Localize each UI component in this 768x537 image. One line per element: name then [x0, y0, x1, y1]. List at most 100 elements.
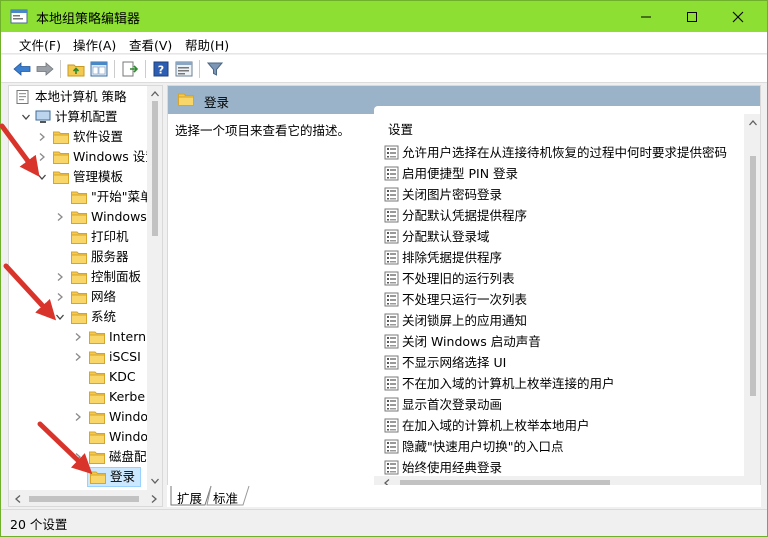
setting-label: 在加入域的计算机上枚举本地用户	[402, 418, 590, 433]
export-list-button[interactable]	[120, 59, 140, 79]
folder-icon	[89, 370, 105, 384]
setting-row[interactable]: 不处理旧的运行列表	[384, 268, 744, 289]
minimize-button[interactable]	[623, 1, 669, 32]
expand-chevron-icon[interactable]	[73, 407, 83, 427]
setting-row[interactable]: 不处理只运行一次列表	[384, 289, 744, 310]
expand-chevron-icon[interactable]	[55, 267, 65, 287]
details-panel: 登录 选择一个项目来查看它的描述。 设置 允许用户选择在从连接待机恢复的过程中何…	[167, 85, 761, 507]
console-tree-icon	[90, 61, 108, 77]
setting-row[interactable]: 不在加入域的计算机上枚举连接的用户	[384, 373, 744, 394]
menu-help[interactable]: 帮助(H)	[185, 35, 229, 54]
folder-icon	[89, 390, 105, 404]
setting-row[interactable]: 排除凭据提供程序	[384, 247, 744, 268]
scroll-up-icon[interactable]	[748, 118, 758, 128]
setting-row[interactable]: 不显示网络选择 UI	[384, 352, 744, 373]
setting-label: 不处理只运行一次列表	[402, 292, 528, 307]
setting-row[interactable]: 在加入域的计算机上枚举本地用户	[384, 415, 744, 436]
setting-icon	[384, 187, 399, 202]
scroll-left-icon[interactable]	[13, 494, 23, 504]
tree-hscroll-thumb[interactable]	[29, 496, 139, 502]
tree-label: Kerbe	[109, 389, 146, 404]
expand-chevron-icon[interactable]	[37, 147, 47, 167]
panel-title: 登录	[204, 95, 230, 110]
expand-chevron-icon[interactable]	[37, 127, 47, 147]
folder-icon	[71, 210, 87, 224]
back-arrow-icon	[13, 62, 31, 76]
setting-label: 关闭 Windows 启动声音	[402, 334, 541, 349]
app-window: 本地组策略编辑器 文件(F) 操作(A) 查看(V) 帮助(H) ? 本地计算机…	[0, 0, 768, 537]
setting-icon	[384, 292, 399, 307]
tree-label: "开始"菜单	[91, 189, 153, 204]
setting-icon	[384, 439, 399, 454]
maximize-button[interactable]	[669, 1, 715, 32]
tree-scroll-thumb[interactable]	[152, 101, 158, 236]
expand-chevron-icon[interactable]	[73, 447, 83, 467]
status-text: 20 个设置	[10, 517, 68, 532]
forward-button[interactable]	[35, 59, 55, 79]
tree-label: 系统	[91, 309, 117, 324]
setting-label: 关闭锁屏上的应用通知	[402, 313, 528, 328]
tree-label: 控制面板	[91, 269, 142, 284]
scroll-up-icon[interactable]	[150, 89, 160, 99]
column-header-setting[interactable]: 设置	[388, 119, 413, 138]
scroll-down-icon[interactable]	[150, 476, 160, 486]
minimize-icon	[641, 16, 651, 17]
filter-button[interactable]	[205, 59, 225, 79]
collapse-chevron-icon[interactable]	[37, 167, 47, 187]
tree-label: 登录	[110, 469, 136, 484]
expand-chevron-icon[interactable]	[73, 347, 83, 367]
console-tree[interactable]: 本地计算机 策略 计算机配置 软件设置 Windows 设置 管理模板 "开始"…	[8, 85, 163, 507]
tree-label: iSCSI	[109, 349, 141, 364]
setting-row[interactable]: 隐藏"快速用户切换"的入口点	[384, 436, 744, 457]
svg-text:?: ?	[158, 64, 164, 77]
filter-icon	[207, 62, 223, 76]
list-scroll-thumb[interactable]	[750, 156, 756, 396]
setting-icon	[384, 418, 399, 433]
up-folder-button[interactable]	[66, 59, 86, 79]
setting-icon	[384, 208, 399, 223]
collapse-chevron-icon[interactable]	[55, 307, 65, 327]
folder-icon	[89, 330, 105, 344]
properties-icon	[175, 61, 193, 77]
tab-standard[interactable]: 标准	[213, 488, 238, 507]
expand-chevron-icon[interactable]	[55, 287, 65, 307]
setting-row[interactable]: 关闭图片密码登录	[384, 184, 744, 205]
menu-view[interactable]: 查看(V)	[129, 35, 172, 54]
scroll-right-icon[interactable]	[149, 494, 159, 504]
menu-file[interactable]: 文件(F)	[19, 35, 61, 54]
title-bar[interactable]: 本地组策略编辑器	[1, 1, 767, 32]
setting-row[interactable]: 允许用户选择在从连接待机恢复的过程中何时要求提供密码	[384, 142, 744, 163]
setting-row[interactable]: 启用便捷型 PIN 登录	[384, 163, 744, 184]
export-icon	[122, 61, 139, 77]
back-button[interactable]	[12, 59, 32, 79]
tree-label: 软件设置	[73, 129, 124, 144]
properties-button[interactable]	[174, 59, 194, 79]
setting-row[interactable]: 始终使用经典登录	[384, 457, 744, 478]
toolbar: ?	[1, 55, 767, 83]
status-bar: 20 个设置	[1, 509, 767, 536]
help-button[interactable]: ?	[151, 59, 171, 79]
tree-item-logon-selected[interactable]: 登录	[87, 467, 141, 487]
menu-action[interactable]: 操作(A)	[73, 35, 116, 54]
expand-chevron-icon[interactable]	[55, 207, 65, 227]
tree-label: 打印机	[91, 229, 129, 244]
setting-row[interactable]: 关闭锁屏上的应用通知	[384, 310, 744, 331]
setting-row[interactable]: 分配默认凭据提供程序	[384, 205, 744, 226]
setting-label: 关闭图片密码登录	[402, 187, 503, 202]
collapse-chevron-icon[interactable]	[21, 107, 31, 127]
computer-icon	[35, 110, 51, 123]
settings-list[interactable]: 设置 允许用户选择在从连接待机恢复的过程中何时要求提供密码 启用便捷型 PIN 登…	[374, 106, 760, 489]
setting-row[interactable]: 分配默认登录域	[384, 226, 744, 247]
expand-chevron-icon[interactable]	[73, 327, 83, 347]
setting-icon	[384, 250, 399, 265]
setting-row[interactable]: 关闭 Windows 启动声音	[384, 331, 744, 352]
setting-label: 分配默认登录域	[402, 229, 490, 244]
show-hide-tree-button[interactable]	[89, 59, 109, 79]
setting-row[interactable]: 显示首次登录动画	[384, 394, 744, 415]
tree-label: 管理模板	[73, 169, 124, 184]
tab-extended[interactable]: 扩展	[177, 488, 202, 507]
close-button[interactable]	[715, 1, 761, 32]
policy-editor-icon	[10, 9, 28, 24]
setting-label: 不处理旧的运行列表	[402, 271, 515, 286]
toolbar-separator	[145, 60, 146, 78]
